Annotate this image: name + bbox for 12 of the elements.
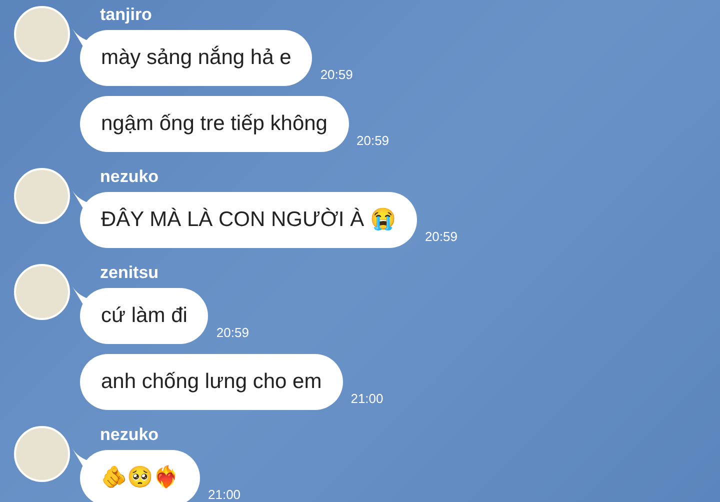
message-time: 21:00 (208, 486, 241, 502)
sender-name: tanjiro (100, 4, 153, 26)
message-time: 20:59 (216, 324, 249, 342)
message-bubble: anh chống lưng cho em (80, 354, 343, 410)
sender-name: zenitsu (100, 262, 160, 284)
message-time: 20:59 (320, 66, 353, 84)
sender-name: nezuko (100, 424, 160, 446)
sender-name: nezuko (100, 166, 160, 188)
message-time: 20:59 (424, 228, 458, 246)
message-time: 20:59 (356, 132, 390, 150)
message-time: 21:00 (350, 390, 384, 408)
message-bubble: ngậm ống tre tiếp không (80, 96, 348, 152)
